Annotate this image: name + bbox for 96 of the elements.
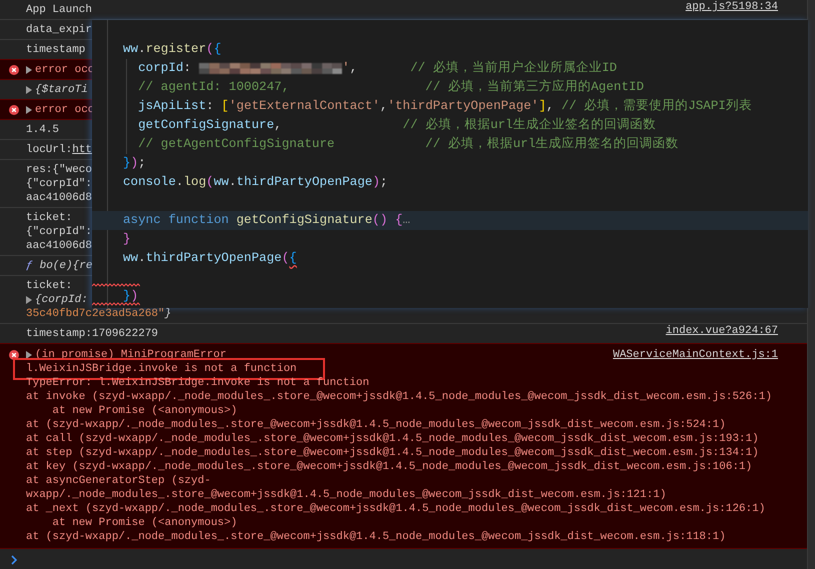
string-value: 35c40fbd7c2e3ad5a268" xyxy=(26,307,165,321)
error-stack-text: at step (szyd-wxapp/._node_modules_.store_@wecom+jssdk@1.4.5_node_modules_@wecom_jssdk_dist_wecom.esm.js:134:1) xyxy=(26,446,759,460)
code-punctuation: ; xyxy=(138,155,146,172)
code-identifier: corpId xyxy=(138,60,184,77)
code-bracket: } xyxy=(123,288,131,305)
code-punctuation: : xyxy=(206,98,215,115)
object-preview-text: } xyxy=(164,307,172,321)
log-text: 1.4.5 xyxy=(26,123,60,137)
expand-triangle-icon[interactable] xyxy=(26,66,32,74)
source-link[interactable]: app.js?5198:34 xyxy=(686,1,778,13)
code-punctuation: . xyxy=(138,250,146,267)
code-string: ' xyxy=(342,60,350,77)
log-text: {"corpId": xyxy=(26,177,92,191)
log-text: timestamp:1709622279 xyxy=(26,327,158,341)
error-stack-text: at (szyd-wxapp/._node_modules_.store_@wecom+jssdk@1.4.5_node_modules_@wecom_jssdk_dist_wecom.esm.js:118:1) xyxy=(26,530,726,544)
code-comment: // getAgentConfigSignature xyxy=(138,136,336,153)
log-text: ticket: xyxy=(26,279,72,293)
code-function-name: log xyxy=(183,174,206,191)
code-punctuation: . xyxy=(228,174,236,191)
code-string: 'getExternalContact' xyxy=(228,98,380,115)
error-icon xyxy=(9,105,19,115)
code-bracket: } xyxy=(123,155,131,172)
code-comment: // agentId: 1000247, xyxy=(138,79,290,96)
url-link[interactable]: htt xyxy=(72,143,92,157)
error-underline xyxy=(92,283,140,287)
error-stack-text: at invoke (szyd-wxapp/._node_modules_.store_@wecom+jssdk@1.4.5_node_modules_@wecom_jssdk_dist_wecom.esm.js:526:1) xyxy=(26,390,772,404)
log-text: App Launch xyxy=(26,3,92,17)
code-punctuation: , xyxy=(546,98,555,115)
error-stack-text: at key (szyd-wxapp/._node_modules_.store_@wecom+jssdk@1.4.5_node_modules_@wecom_jssdk_dist_wecom.esm.js:106:1) xyxy=(26,460,752,474)
code-bracket: ) xyxy=(130,155,138,172)
code-bracket: { xyxy=(214,41,222,58)
code-bracket: ) xyxy=(372,174,380,191)
code-comment: // 必填，需要使用的JSAPI列表 xyxy=(561,98,752,115)
expand-triangle-icon[interactable] xyxy=(26,106,32,114)
error-stack-text: at (szyd-wxapp/._node_modules_.store_@wecom+jssdk@1.4.5_node_modules_@wecom_jssdk_dist_wecom.esm.js:524:1) xyxy=(26,418,726,432)
code-bracket: ( xyxy=(206,174,214,191)
scrollbar[interactable] xyxy=(807,0,815,569)
code-identifier: ww xyxy=(123,41,138,58)
code-comment: // 必填，根据url生成应用签名的回调函数 xyxy=(425,136,679,153)
error-icon xyxy=(9,65,19,75)
error-underline xyxy=(92,302,140,306)
log-text: {"corpId": xyxy=(26,225,92,239)
error-stack-text: at call (szyd-wxapp/._node_modules_.store_@wecom+jssdk@1.4.5_node_modules_@wecom_jssdk_dist_wecom.esm.js:193:1) xyxy=(26,432,759,446)
object-preview-text: {corpId: xyxy=(35,293,88,307)
code-identifier: thirdPartyOpenPage xyxy=(146,250,282,267)
code-punctuation: . xyxy=(176,174,184,191)
code-bracket: } xyxy=(123,231,131,248)
error-stack-text: at new Promise (<anonymous>) xyxy=(51,404,238,418)
code-identifier: thirdPartyOpenPage xyxy=(236,174,372,191)
source-link[interactable]: WAServiceMainContext.js:1 xyxy=(612,348,778,362)
code-punctuation: : xyxy=(183,60,192,77)
source-link[interactable]: index.vue?a924:67 xyxy=(666,325,778,337)
error-icon xyxy=(9,350,19,360)
prompt-chevron-icon[interactable] xyxy=(11,555,17,565)
folded-code-ellipsis: … xyxy=(402,212,410,229)
code-comment: // 必填，当前用户企业所属企业ID xyxy=(410,60,617,77)
function-symbol: ƒ xyxy=(26,259,33,273)
expand-triangle-icon[interactable] xyxy=(26,351,32,359)
log-text: data_expir xyxy=(26,23,92,37)
code-identifier: ww xyxy=(123,250,138,267)
code-string: 'thirdPartyOpenPage' xyxy=(388,98,539,115)
code-bracket: ( xyxy=(282,250,290,267)
code-bracket-error: { xyxy=(289,250,297,267)
log-text: locUrl: xyxy=(26,143,72,157)
code-punctuation: ; xyxy=(380,174,388,191)
error-stack-text: wxapp/._node_modules_.store_@wecom+jssdk@1.4.5_node_modules_@wecom_jssdk_dist_wecom.esm.js:121:1) xyxy=(26,488,666,502)
code-punctuation: , xyxy=(350,60,358,77)
code-bracket: ) xyxy=(130,288,138,305)
expand-triangle-icon[interactable] xyxy=(26,86,32,94)
code-identifier: ww xyxy=(214,174,229,191)
code-bracket: ( xyxy=(206,41,214,58)
code-keyword: async function xyxy=(123,212,230,229)
object-preview-text: bo(e){re xyxy=(40,259,92,273)
log-text: res:{"weco xyxy=(26,163,92,177)
code-identifier: console xyxy=(123,174,176,191)
log-text: aac41006d8 xyxy=(26,239,92,253)
code-identifier: jsApiList xyxy=(138,98,206,115)
code-bracket: () { xyxy=(372,212,403,229)
code-function-name: register xyxy=(146,41,206,58)
expand-triangle-icon[interactable] xyxy=(26,296,32,304)
code-punctuation: . xyxy=(138,41,146,58)
code-comment: // 必填，当前第三方应用的AgentID xyxy=(425,78,644,96)
code-function-name: getConfigSignature xyxy=(236,212,372,229)
code-punctuation: , xyxy=(380,98,388,115)
code-identifier: getConfigSignature xyxy=(138,117,274,134)
log-text: ticket: xyxy=(26,211,72,225)
code-bracket: [ xyxy=(221,98,229,115)
error-stack-text: at new Promise (<anonymous>) xyxy=(51,516,238,530)
code-comment: // 必填，根据url生成企业签名的回调函数 xyxy=(402,116,656,134)
code-punctuation: , xyxy=(274,117,283,134)
log-text: timestamp xyxy=(26,43,86,57)
code-bracket: ] xyxy=(538,98,546,115)
log-text: aac41006d8 xyxy=(26,191,92,205)
error-stack-text: at _next (szyd-wxapp/._node_modules_.store_@wecom+jssdk@1.4.5_node_modules_@wecom_jssdk_dist_wecom.esm.js:126:1) xyxy=(26,502,766,516)
object-preview-text: {$taroTi xyxy=(35,83,88,97)
error-stack-text: at asyncGeneratorStep (szyd- xyxy=(26,474,211,488)
